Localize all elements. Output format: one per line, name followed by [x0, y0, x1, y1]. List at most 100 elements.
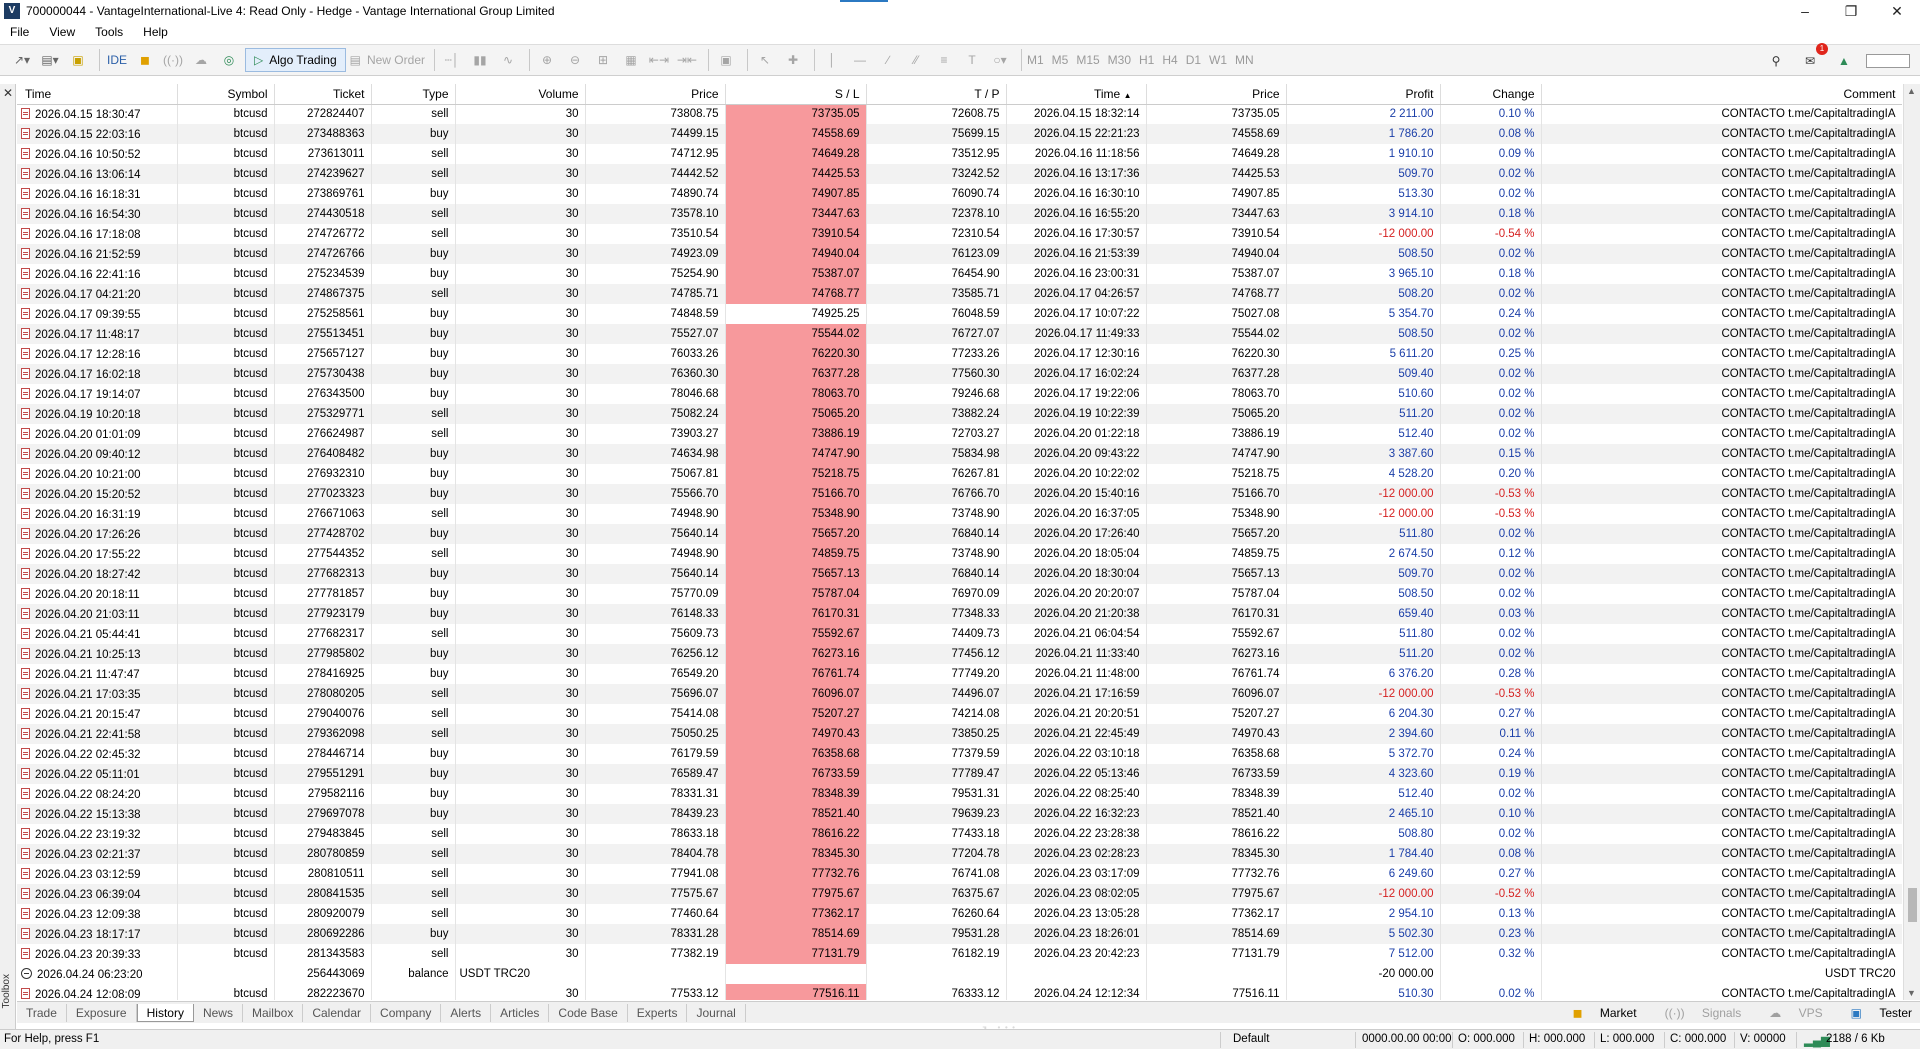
vps-button[interactable]: ☁ VPS [1755, 1006, 1822, 1020]
table-row[interactable]: 2026.04.17 09:39:55 btcusd 275258561 buy 30 7… [17, 304, 1902, 324]
tab-company[interactable]: Company [371, 1003, 442, 1022]
menu-help[interactable]: Help [133, 25, 178, 39]
signals-icon[interactable]: ((·)) [161, 48, 185, 72]
table-row[interactable]: 2026.04.17 11:48:17 btcusd 275513451 buy 30 7… [17, 324, 1902, 344]
candlestick-icon[interactable]: ▮▮ [468, 48, 492, 72]
timeframe-m15[interactable]: M15 [1076, 48, 1099, 72]
table-row[interactable]: 2026.04.22 08:24:20 btcusd 279582116 buy 30 7… [17, 784, 1902, 804]
col-header-tp[interactable]: T / P [866, 84, 1007, 105]
grid-icon[interactable]: ▦ [619, 48, 643, 72]
table-row[interactable]: 2026.04.20 10:21:00 btcusd 276932310 buy 30 7… [17, 464, 1902, 484]
menu-view[interactable]: View [39, 25, 85, 39]
col-header-comment[interactable]: Comment [1541, 84, 1902, 105]
toolbox-close-icon[interactable]: ✕ [3, 86, 13, 100]
table-row[interactable]: 2026.04.23 12:09:38 btcusd 280920079 sell 30… [17, 904, 1902, 924]
restore-icon[interactable]: ❐ [1828, 0, 1874, 22]
tab-news[interactable]: News [194, 1003, 243, 1022]
tile-windows-icon[interactable]: ⊞ [591, 48, 615, 72]
timeframe-mn[interactable]: MN [1235, 48, 1254, 72]
zoom-out-icon[interactable]: ⊖ [563, 48, 587, 72]
signals-button[interactable]: ((·)) Signals [1651, 1006, 1742, 1020]
table-row[interactable]: 2026.04.16 10:50:52 btcusd 273613011 sell 30… [17, 144, 1902, 164]
zoom-in-icon[interactable]: ⊕ [535, 48, 559, 72]
table-row[interactable]: 2026.04.15 18:30:47 btcusd 272824407 sell 30… [17, 104, 1902, 124]
new-chart-icon[interactable]: ↗▾ [10, 48, 34, 72]
horizontal-line-icon[interactable]: — [848, 48, 872, 72]
table-row[interactable]: 2026.04.23 02:21:37 btcusd 280780859 sell 30… [17, 844, 1902, 864]
timeframe-m30[interactable]: M30 [1108, 48, 1131, 72]
timeframe-m5[interactable]: M5 [1052, 48, 1069, 72]
table-row[interactable]: 2026.04.16 16:54:30 btcusd 274430518 sell 30… [17, 204, 1902, 224]
table-row[interactable]: 2026.04.20 17:55:22 btcusd 277544352 sell 30… [17, 544, 1902, 564]
scroll-up-icon[interactable]: ▲ [1907, 86, 1916, 96]
table-row[interactable]: 2026.04.23 20:39:33 btcusd 281343583 sell 30… [17, 944, 1902, 964]
tab-experts[interactable]: Experts [628, 1003, 688, 1022]
market-watch-icon[interactable]: ▣ [66, 48, 90, 72]
algo-trading-button[interactable]: ▷ Algo Trading [245, 48, 346, 72]
close-icon[interactable]: ✕ [1874, 0, 1920, 22]
crosshair-icon[interactable]: ✚ [781, 48, 805, 72]
vertical-line-icon[interactable]: │ [820, 48, 844, 72]
collapse-icon[interactable] [21, 967, 32, 979]
globe-icon[interactable]: ◎ [217, 48, 241, 72]
col-header-close-price[interactable]: Price [1146, 84, 1287, 105]
tab-journal[interactable]: Journal [687, 1003, 746, 1022]
table-row[interactable]: 2026.04.21 10:25:13 btcusd 277985802 buy 30 7… [17, 644, 1902, 664]
table-row[interactable]: 2026.04.16 22:41:16 btcusd 275234539 buy 30 7… [17, 264, 1902, 284]
table-row[interactable]: 2026.04.23 18:17:17 btcusd 280692286 buy 30 7… [17, 924, 1902, 944]
table-row[interactable]: 2026.04.23 03:12:59 btcusd 280810511 sell 30… [17, 864, 1902, 884]
col-header-ticket[interactable]: Ticket [274, 84, 372, 105]
table-row[interactable]: 2026.04.17 19:14:07 btcusd 276343500 buy 30 7… [17, 384, 1902, 404]
fibonacci-icon[interactable]: ≡ [932, 48, 956, 72]
table-row[interactable]: 2026.04.21 20:15:47 btcusd 279040076 sell 30… [17, 704, 1902, 724]
table-row[interactable]: 2026.04.17 12:28:16 btcusd 275657127 buy 30 7… [17, 344, 1902, 364]
tab-articles[interactable]: Articles [491, 1003, 550, 1022]
table-row[interactable]: 2026.04.17 04:21:20 btcusd 274867375 sell 30… [17, 284, 1902, 304]
bar-chart-icon[interactable]: ┄│ [440, 48, 464, 72]
cursor-icon[interactable]: ↖ [753, 48, 777, 72]
table-row[interactable]: 2026.04.16 16:18:31 btcusd 273869761 buy 30 7… [17, 184, 1902, 204]
table-row[interactable]: 2026.04.19 10:20:18 btcusd 275329771 sell 30… [17, 404, 1902, 424]
col-header-price[interactable]: Price [585, 84, 726, 105]
table-row[interactable]: 2026.04.23 06:39:04 btcusd 280841535 sell 30… [17, 884, 1902, 904]
table-row[interactable]: 2026.04.22 05:11:01 btcusd 279551291 buy 30 7… [17, 764, 1902, 784]
col-header-change[interactable]: Change [1440, 84, 1542, 105]
tab-exposure[interactable]: Exposure [67, 1003, 137, 1022]
tab-trade[interactable]: Trade [17, 1003, 67, 1022]
table-row[interactable]: 2026.04.20 16:31:19 btcusd 276671063 sell 30… [17, 504, 1902, 524]
tab-calendar[interactable]: Calendar [303, 1003, 372, 1022]
scroll-down-icon[interactable]: ▼ [1907, 988, 1916, 998]
table-row[interactable]: 2026.04.20 20:18:11 btcusd 277781857 buy 30 7… [17, 584, 1902, 604]
shop-icon[interactable]: ◼ [133, 48, 157, 72]
scrollbar-thumb[interactable] [1908, 888, 1917, 922]
table-row[interactable]: 2026.04.20 17:26:26 btcusd 277428702 buy 30 7… [17, 524, 1902, 544]
vertical-scrollbar[interactable]: ▲ ▼ [1903, 84, 1920, 1000]
timeframe-d1[interactable]: D1 [1186, 48, 1201, 72]
col-header-time[interactable]: Time [17, 84, 178, 105]
table-row[interactable]: 2026.04.21 17:03:35 btcusd 278080205 sell 30… [17, 684, 1902, 704]
timeframe-m1[interactable]: M1 [1027, 48, 1044, 72]
table-row[interactable]: 2026.04.15 22:03:16 btcusd 273488363 buy 30 7… [17, 124, 1902, 144]
table-row[interactable]: 2026.04.22 02:45:32 btcusd 278446714 buy 30 7… [17, 744, 1902, 764]
table-row[interactable]: 2026.04.22 23:19:32 btcusd 279483845 sell 30… [17, 824, 1902, 844]
table-row[interactable]: 2026.04.21 05:44:41 btcusd 277682317 sell 30… [17, 624, 1902, 644]
col-header-symbol[interactable]: Symbol [177, 84, 275, 105]
table-row[interactable]: 2026.04.16 17:18:08 btcusd 274726772 sell 30… [17, 224, 1902, 244]
screenshot-icon[interactable]: ▣ [714, 48, 738, 72]
timeframe-h1[interactable]: H1 [1139, 48, 1154, 72]
table-row[interactable]: 2026.04.22 15:13:38 btcusd 279697078 buy 30 7… [17, 804, 1902, 824]
profiles-icon[interactable]: ▤▾ [38, 48, 62, 72]
table-row[interactable]: 2026.04.20 18:27:42 btcusd 277682313 buy 30 7… [17, 564, 1902, 584]
tab-history[interactable]: History [136, 1003, 194, 1022]
table-row[interactable]: 2026.04.16 13:06:14 btcusd 274239627 sell 30… [17, 164, 1902, 184]
tab-mailbox[interactable]: Mailbox [243, 1003, 304, 1022]
balance-row[interactable]: 2026.04.24 06:23:20 256443069 balance USDT … [17, 964, 1902, 984]
line-chart-icon[interactable]: ∿ [496, 48, 520, 72]
text-tool-icon[interactable]: T [960, 48, 984, 72]
notifications-icon[interactable]: ✉ 1 [1798, 43, 1828, 73]
col-header-profit[interactable]: Profit [1286, 84, 1441, 105]
col-header-close-time[interactable]: Time ▲ [1006, 84, 1147, 105]
tab-code-base[interactable]: Code Base [549, 1003, 628, 1022]
col-header-type[interactable]: Type [371, 84, 456, 105]
table-row[interactable]: 2026.04.24 12:08:09 btcusd 282223670 30 7753… [17, 984, 1902, 1000]
